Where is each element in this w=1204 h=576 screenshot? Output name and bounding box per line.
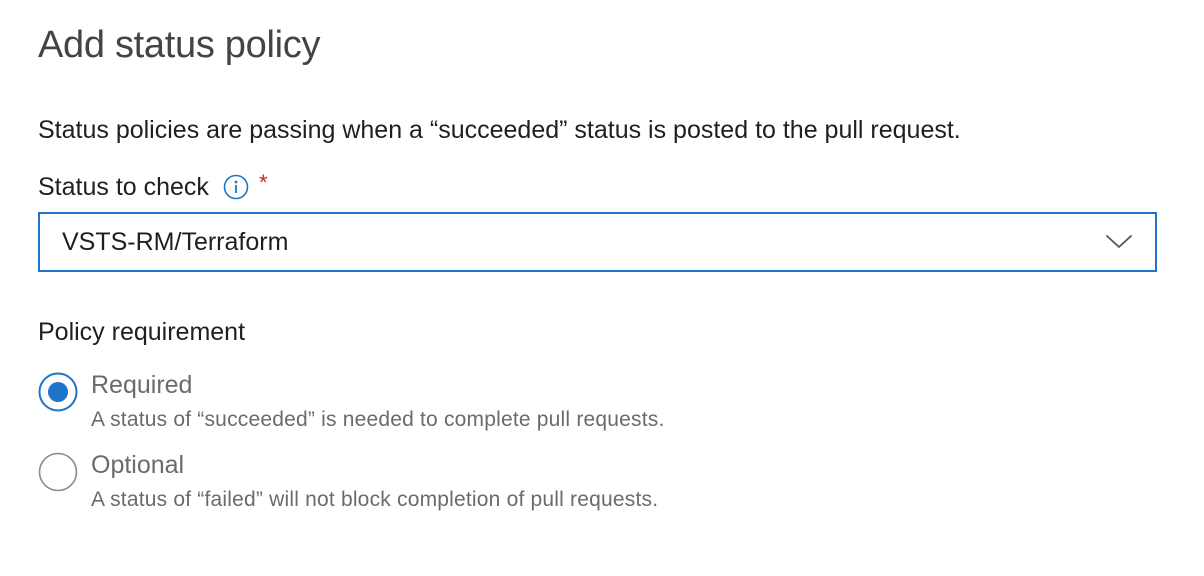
info-icon[interactable] xyxy=(223,174,249,200)
page-title: Add status policy xyxy=(38,24,321,66)
radio-option-title: Optional xyxy=(91,451,185,479)
radio-option-optional[interactable]: Optional A status of “failed” will not b… xyxy=(38,451,938,520)
radio-option-required[interactable]: Required A status of “succeeded” is need… xyxy=(38,371,938,440)
radio-option-description: A status of “succeeded” is needed to com… xyxy=(91,408,665,431)
status-field-label: Status to check xyxy=(38,172,209,201)
policy-requirement-label: Policy requirement xyxy=(38,318,246,346)
radio-option-title: Required xyxy=(91,371,193,399)
radio-option-description: A status of “failed” will not block comp… xyxy=(91,488,659,511)
status-field-label-row: Status to check * xyxy=(38,170,268,204)
radio-selected-icon[interactable] xyxy=(38,372,78,412)
chevron-down-icon xyxy=(1105,234,1133,250)
radio-unselected-icon[interactable] xyxy=(38,452,78,492)
required-marker: * xyxy=(258,170,268,195)
status-dropdown[interactable]: VSTS-RM/Terraform xyxy=(38,212,1157,272)
status-dropdown-value: VSTS-RM/Terraform xyxy=(62,227,289,256)
policy-description: Status policies are passing when a “succ… xyxy=(38,116,961,144)
